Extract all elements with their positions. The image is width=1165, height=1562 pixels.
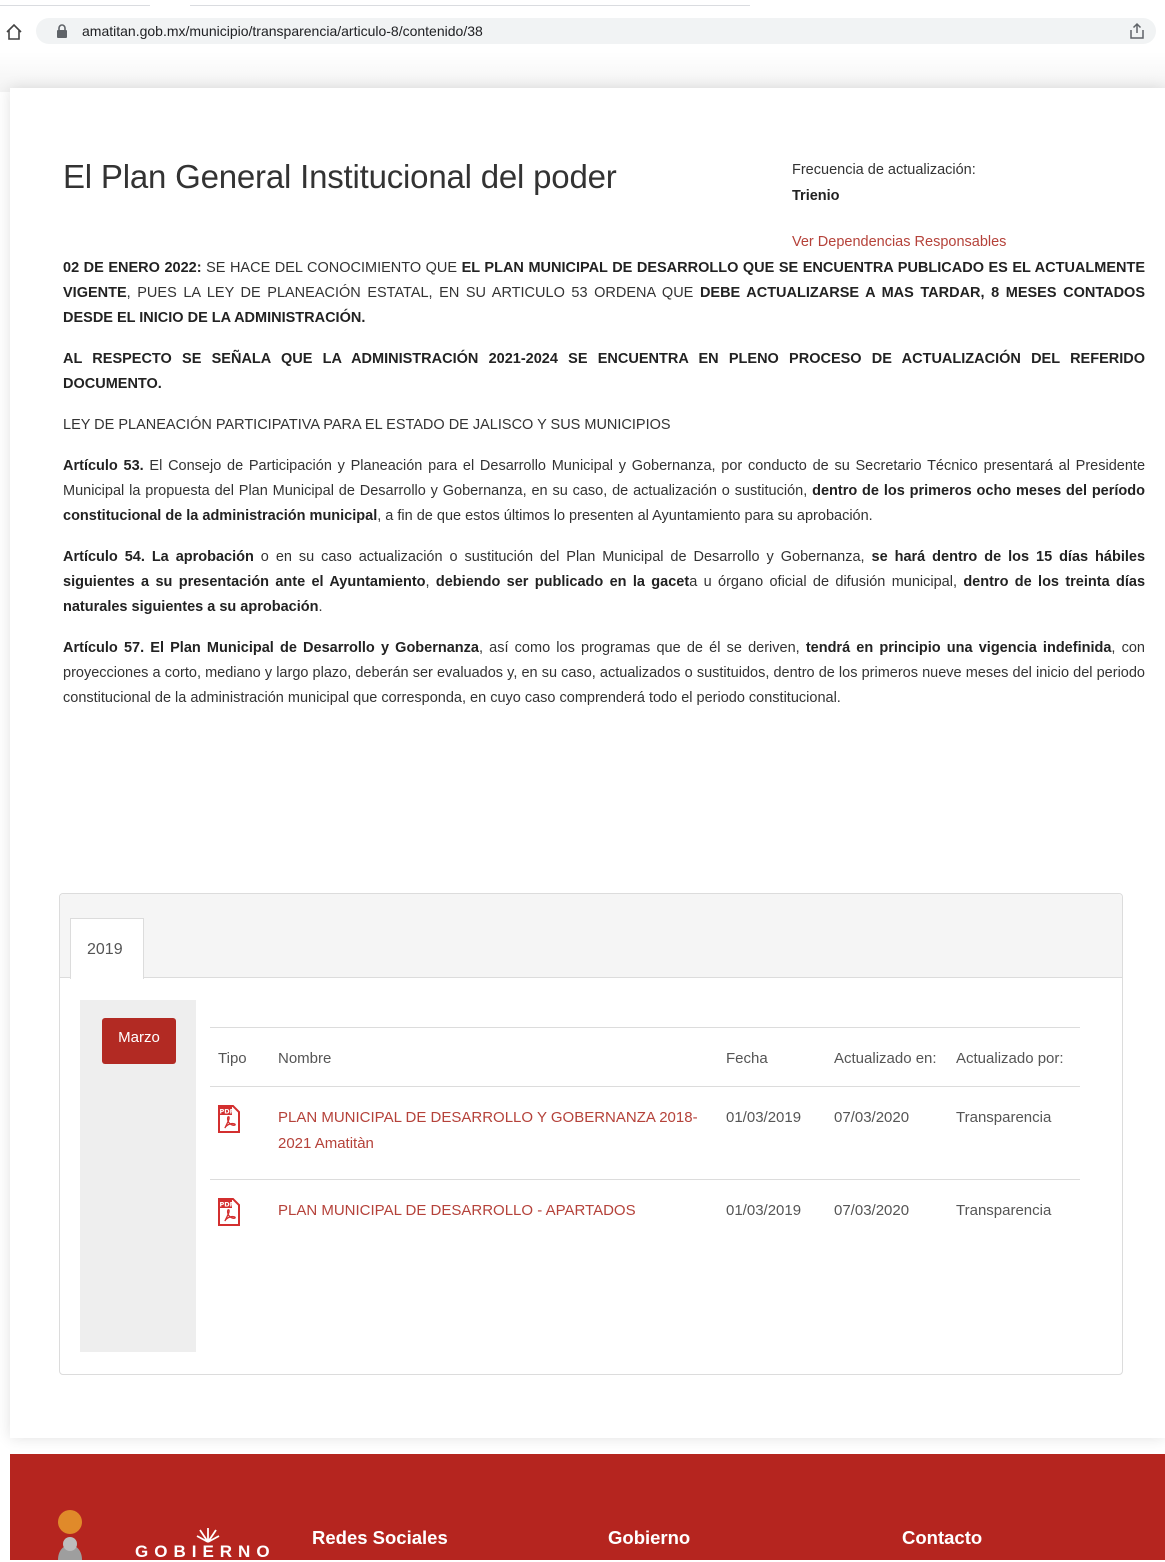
- article-label: Artículo 53.: [63, 458, 144, 474]
- pdf-icon[interactable]: PDF: [218, 1198, 240, 1226]
- responsables-link[interactable]: Ver Dependencias Responsables: [792, 234, 1006, 250]
- tipo-cell: PDF: [210, 1086, 270, 1180]
- article-53: Artículo 53. El Consejo de Participación…: [63, 454, 1145, 529]
- footer-logo-text: GOBIERNO: [135, 1542, 276, 1561]
- svg-text:PDF: PDF: [220, 1201, 235, 1209]
- documents-box: 2019 Marzo Tipo Nombre Fecha Actualizado…: [59, 893, 1123, 1375]
- column-nombre: Nombre: [270, 1027, 718, 1087]
- frequency-value: Trienio: [792, 188, 840, 204]
- documents-table: Tipo Nombre Fecha Actualizado en: Actual…: [210, 1027, 1080, 1248]
- page-title: El Plan General Institucional del poder: [63, 158, 617, 195]
- article-54: Artículo 54. La aprobación o en su caso …: [63, 545, 1145, 620]
- column-actualizado-en: Actualizado en:: [826, 1027, 948, 1087]
- address-bar: amatitan.gob.mx/municipio/transparencia/…: [0, 8, 1165, 52]
- browser-tabstrip: [0, 0, 1165, 8]
- footer-heading-contacto: Contacto: [902, 1527, 983, 1548]
- table-row: PDF PLAN MUNICIPAL DE DESARROLLO Y GOBER…: [210, 1086, 1080, 1180]
- text-span: a u órgano oficial de difusión municipal…: [689, 574, 964, 590]
- footer-heading-gobierno: Gobierno: [608, 1527, 691, 1548]
- year-tabs-bar: 2019: [60, 894, 1122, 979]
- actualizado-en-cell: 07/03/2020: [826, 1086, 948, 1180]
- article-body: 02 DE ENERO 2022: SE HACE DEL CONOCIMIEN…: [63, 256, 1145, 727]
- agave-icon: [196, 1528, 220, 1543]
- frequency-label: Frecuencia de actualización:: [792, 162, 976, 178]
- column-actualizado-por: Actualizado por:: [948, 1027, 1080, 1087]
- text-span: , a fin de que estos últimos lo presente…: [377, 508, 873, 524]
- site-footer: GOBIERNO Redes Sociales Gobierno Contact…: [10, 1454, 1165, 1561]
- home-icon[interactable]: [4, 22, 24, 42]
- bold-span: tendrá en principio una vigencia indefin…: [805, 640, 1112, 656]
- table-row: PDF PLAN MUNICIPAL DE DESARROLLO - APART…: [210, 1179, 1080, 1248]
- month-column: Marzo: [80, 1000, 196, 1352]
- fecha-cell: 01/03/2019: [718, 1179, 826, 1248]
- svg-text:PDF: PDF: [220, 1108, 235, 1116]
- tab-2019[interactable]: 2019: [70, 918, 144, 979]
- bold-span: debiendo ser publicado en la gacet: [435, 574, 690, 590]
- url-text: amatitan.gob.mx/municipio/transparencia/…: [82, 23, 483, 39]
- column-tipo: Tipo: [210, 1027, 270, 1087]
- column-fecha: Fecha: [718, 1027, 826, 1087]
- lock-icon[interactable]: [56, 24, 68, 38]
- text-span: o en su caso actualización o sustitución…: [253, 549, 872, 565]
- respecto-paragraph: AL RESPECTO SE SEÑALA QUE LA ADMINISTRAC…: [63, 347, 1145, 397]
- footer-heading-redes: Redes Sociales: [312, 1527, 448, 1548]
- content-panel: El Plan General Institucional del poder …: [10, 88, 1165, 1438]
- text-span: ,: [425, 574, 436, 590]
- document-link[interactable]: PLAN MUNICIPAL DE DESARROLLO - APARTADOS: [278, 1202, 636, 1219]
- notice-paragraph: 02 DE ENERO 2022: SE HACE DEL CONOCIMIEN…: [63, 256, 1145, 331]
- url-field[interactable]: amatitan.gob.mx/municipio/transparencia/…: [36, 18, 1156, 44]
- browser-tab[interactable]: [190, 0, 750, 6]
- nombre-cell: PLAN MUNICIPAL DE DESARROLLO Y GOBERNANZ…: [270, 1086, 718, 1180]
- article-label: Artículo 57. El Plan Municipal de Desarr…: [63, 640, 479, 656]
- municipal-logo-icon[interactable]: [40, 1500, 100, 1560]
- text-span: , PUES LA LEY DE PLANEACIÓN ESTATAL, EN …: [126, 285, 700, 301]
- article-label: Artículo 54. La aprobación: [63, 549, 254, 565]
- share-icon[interactable]: [1128, 22, 1146, 40]
- actualizado-en-cell: 07/03/2020: [826, 1179, 948, 1248]
- law-title: LEY DE PLANEACIÓN PARTICIPATIVA PARA EL …: [63, 417, 671, 433]
- header-shadow: [0, 52, 1165, 92]
- document-link[interactable]: PLAN MUNICIPAL DE DESARROLLO Y GOBERNANZ…: [278, 1109, 698, 1152]
- actualizado-por-cell: Transparencia: [948, 1086, 1080, 1180]
- fecha-cell: 01/03/2019: [718, 1086, 826, 1180]
- text-span: , así como los programas que de él se de…: [478, 640, 806, 656]
- bold-span: AL RESPECTO SE SEÑALA QUE LA ADMINISTRAC…: [63, 351, 1145, 392]
- actualizado-por-cell: Transparencia: [948, 1179, 1080, 1248]
- tipo-cell: PDF: [210, 1179, 270, 1248]
- browser-tab[interactable]: [0, 0, 150, 6]
- notice-date: 02 DE ENERO 2022:: [63, 260, 202, 276]
- text-span: .: [318, 599, 323, 615]
- table-header-row: Tipo Nombre Fecha Actualizado en: Actual…: [210, 1027, 1080, 1087]
- pdf-icon[interactable]: PDF: [218, 1105, 240, 1133]
- nombre-cell: PLAN MUNICIPAL DE DESARROLLO - APARTADOS: [270, 1179, 718, 1248]
- article-57: Artículo 57. El Plan Municipal de Desarr…: [63, 636, 1145, 711]
- text-span: SE HACE DEL CONOCIMIENTO QUE: [201, 260, 462, 276]
- month-button-marzo[interactable]: Marzo: [102, 1018, 176, 1064]
